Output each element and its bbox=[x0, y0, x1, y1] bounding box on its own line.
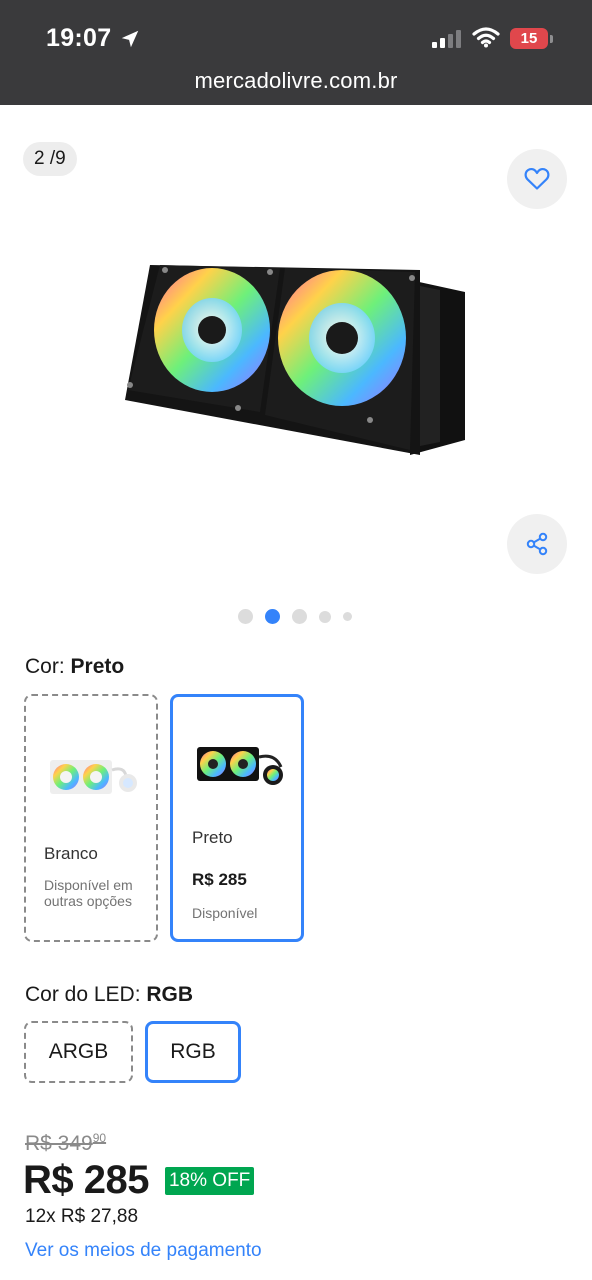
color-option-availability: Disponível bbox=[192, 905, 258, 921]
payment-methods-link[interactable]: Ver os meios de pagamento bbox=[25, 1240, 262, 1262]
heart-icon bbox=[524, 167, 550, 190]
led-label-text: Cor do LED: bbox=[25, 983, 147, 1006]
battery-icon: 15 bbox=[510, 28, 548, 49]
black-cooler-thumbnail bbox=[197, 747, 283, 785]
battery-level: 15 bbox=[520, 30, 538, 47]
color-option-branco[interactable]: Branco Disponível em outras opções bbox=[24, 694, 158, 942]
browser-top-bar: 19:07 15 mercadolivre.com.br bbox=[0, 0, 592, 105]
white-cooler-thumbnail bbox=[50, 760, 137, 794]
color-option-name: Branco bbox=[44, 844, 98, 863]
original-price-cents: 90 bbox=[92, 1131, 107, 1145]
original-price: R$ 34990 bbox=[25, 1131, 106, 1156]
led-option-rgb[interactable]: RGB bbox=[145, 1021, 241, 1083]
pagination-dot[interactable] bbox=[292, 609, 307, 624]
led-option-argb[interactable]: ARGB bbox=[24, 1021, 133, 1083]
color-option-preto[interactable]: Preto R$ 285 Disponível bbox=[170, 694, 304, 942]
color-label: Cor: Preto bbox=[25, 655, 124, 679]
led-option-label: ARGB bbox=[48, 1040, 109, 1063]
color-option-availability: Disponível em outras opções bbox=[44, 877, 133, 909]
led-option-label: RGB bbox=[170, 1040, 216, 1063]
wifi-icon bbox=[472, 27, 500, 48]
status-time: 19:07 bbox=[46, 24, 141, 53]
battery-tip bbox=[550, 35, 553, 43]
image-counter: 2 /9 bbox=[23, 142, 77, 176]
led-label: Cor do LED: RGB bbox=[25, 983, 193, 1007]
pagination-dot[interactable] bbox=[238, 609, 253, 624]
location-arrow-icon bbox=[122, 30, 139, 47]
cellular-signal-icon bbox=[432, 30, 461, 48]
led-selected: RGB bbox=[146, 983, 194, 1006]
share-icon bbox=[526, 532, 548, 556]
color-label-text: Cor: bbox=[25, 655, 71, 678]
product-image[interactable] bbox=[120, 250, 470, 465]
current-price-row: R$ 285 18% OFF bbox=[23, 1158, 255, 1203]
current-price: R$ 285 bbox=[23, 1158, 149, 1202]
share-button[interactable] bbox=[507, 514, 567, 574]
color-selected: Preto bbox=[70, 655, 125, 678]
color-option-price: R$ 285 bbox=[192, 870, 247, 889]
original-price-integer: R$ 349 bbox=[25, 1132, 93, 1155]
color-option-name: Preto bbox=[192, 828, 233, 847]
status-time-text: 19:07 bbox=[46, 24, 112, 52]
pagination-dot[interactable] bbox=[343, 612, 352, 621]
pagination-dot-active[interactable] bbox=[265, 609, 280, 624]
gallery-pagination[interactable] bbox=[238, 609, 352, 624]
pagination-dot[interactable] bbox=[319, 610, 331, 623]
installments-text: 12x R$ 27,88 bbox=[25, 1206, 139, 1227]
address-bar[interactable]: mercadolivre.com.br bbox=[0, 68, 592, 94]
discount-badge: 18% OFF bbox=[164, 1166, 255, 1195]
favorite-button[interactable] bbox=[507, 149, 567, 209]
